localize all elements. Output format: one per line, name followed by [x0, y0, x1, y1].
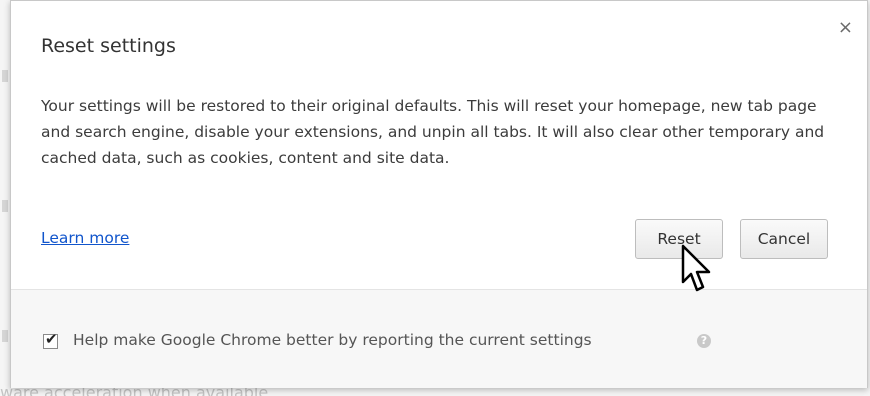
report-settings-checkbox[interactable]: ✔ [43, 330, 58, 349]
background-fragment [2, 330, 8, 342]
dialog-footer: ✔ Help make Google Chrome better by repo… [11, 289, 867, 388]
mouse-pointer-icon [681, 244, 711, 292]
learn-more-link[interactable]: Learn more [41, 229, 129, 247]
background-fragment [2, 70, 8, 82]
dialog-description: Your settings will be restored to their … [41, 97, 825, 167]
report-settings-label: Help make Google Chrome better by report… [73, 331, 592, 349]
dialog-title: Reset settings [41, 35, 176, 57]
background-fragment [2, 200, 8, 212]
cancel-button[interactable]: Cancel [740, 219, 828, 259]
help-icon[interactable]: ? [697, 334, 711, 348]
checkmark-icon: ✔ [45, 330, 58, 348]
reset-settings-dialog: × Reset settings Your settings will be r… [10, 0, 868, 388]
settings-page: ware acceleration when available × Reset… [0, 0, 870, 396]
close-icon[interactable]: × [838, 19, 853, 37]
